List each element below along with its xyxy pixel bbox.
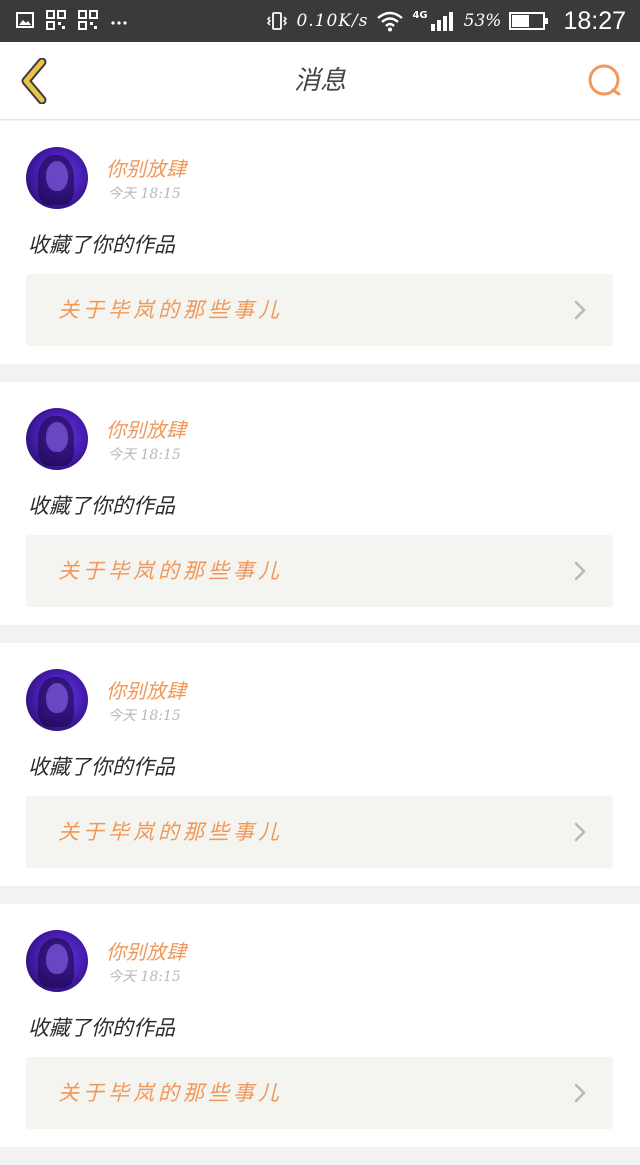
avatar[interactable] <box>26 147 88 209</box>
work-title: 关于毕岚的那些事儿 <box>58 820 283 844</box>
avatar[interactable] <box>26 669 88 731</box>
work-link[interactable]: 关于毕岚的那些事儿 <box>26 796 613 868</box>
work-link[interactable]: 关于毕岚的那些事儿 <box>26 535 613 607</box>
username[interactable]: 你别放肆 <box>106 414 186 443</box>
avatar[interactable] <box>26 408 88 470</box>
message-item: 你别放肆 今天 18:15 收藏了你的作品 关于毕岚的那些事儿 <box>0 904 640 1147</box>
action-text: 收藏了你的作品 <box>28 755 175 779</box>
chevron-right-icon <box>574 1083 586 1103</box>
wifi-icon <box>377 11 404 32</box>
action-text: 收藏了你的作品 <box>28 233 175 257</box>
timestamp: 今天 18:15 <box>108 186 181 202</box>
image-icon <box>16 12 34 28</box>
message-item: 你别放肆 今天 18:15 收藏了你的作品 关于毕岚的那些事儿 <box>0 121 640 364</box>
username[interactable]: 你别放肆 <box>106 936 186 965</box>
status-bar-notifications <box>16 10 128 30</box>
battery-icon <box>509 12 549 30</box>
action-text: 收藏了你的作品 <box>28 494 175 518</box>
chevron-right-icon <box>574 300 586 320</box>
chevron-right-icon <box>574 561 586 581</box>
message-item: 你别放肆 今天 18:15 收藏了你的作品 关于毕岚的那些事儿 <box>0 643 640 886</box>
qr-icon <box>78 10 98 30</box>
work-title: 关于毕岚的那些事儿 <box>58 298 283 322</box>
work-title: 关于毕岚的那些事儿 <box>58 1081 283 1105</box>
signal-icon <box>430 12 453 31</box>
avatar[interactable] <box>26 930 88 992</box>
search-button[interactable] <box>586 62 624 100</box>
battery-percent: 53% <box>463 11 502 31</box>
top-nav-bar: 消息 <box>0 42 640 120</box>
message-list: 你别放肆 今天 18:15 收藏了你的作品 关于毕岚的那些事儿 你别放肆 今天 … <box>0 121 640 1165</box>
chevron-right-icon <box>574 822 586 842</box>
status-bar-system: 0.10K/s 4G 53% 18:27 <box>266 0 626 42</box>
message-item: 你别放肆 今天 18:15 收藏了你的作品 关于毕岚的那些事儿 <box>0 382 640 625</box>
timestamp: 今天 18:15 <box>108 969 181 985</box>
net-speed: 0.10K/s <box>296 11 369 31</box>
work-link[interactable]: 关于毕岚的那些事儿 <box>26 1057 613 1129</box>
search-icon <box>588 64 621 96</box>
network-type: 4G <box>412 9 428 21</box>
vibrate-icon <box>267 12 288 30</box>
action-text: 收藏了你的作品 <box>28 1016 175 1040</box>
work-title: 关于毕岚的那些事儿 <box>58 559 283 583</box>
page-title: 消息 <box>293 66 346 96</box>
more-dots-icon <box>111 21 127 25</box>
timestamp: 今天 18:15 <box>108 708 181 724</box>
username[interactable]: 你别放肆 <box>106 675 186 704</box>
status-bar: 0.10K/s 4G 53% 18:27 <box>0 0 640 42</box>
qr-icon <box>46 10 66 30</box>
timestamp: 今天 18:15 <box>108 447 181 463</box>
username[interactable]: 你别放肆 <box>106 153 186 182</box>
work-link[interactable]: 关于毕岚的那些事儿 <box>26 274 613 346</box>
clock: 18:27 <box>563 6 626 35</box>
